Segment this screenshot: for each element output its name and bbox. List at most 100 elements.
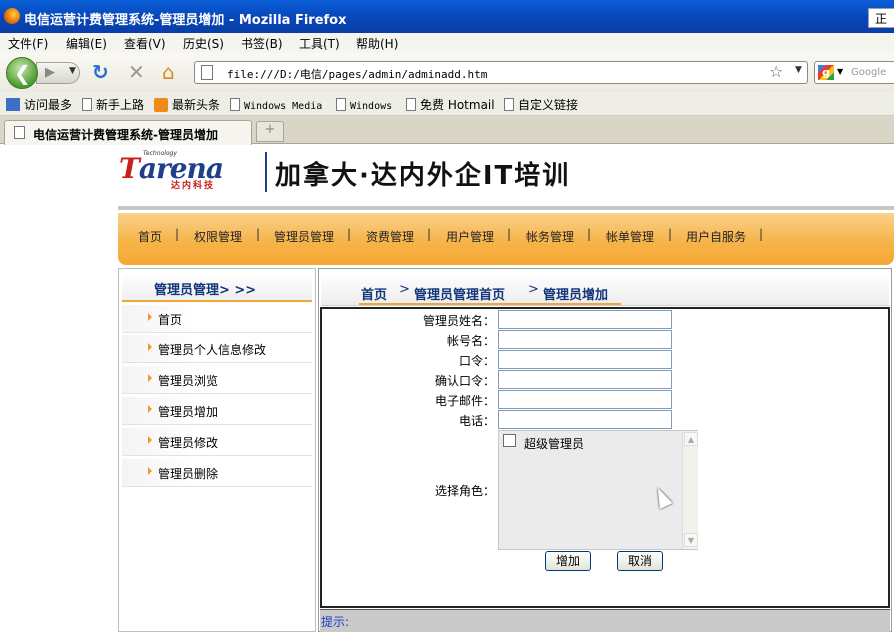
menu-view[interactable]: 查看(V): [124, 35, 166, 52]
header-rule: [118, 206, 894, 210]
menu-history[interactable]: 历史(S): [183, 35, 224, 52]
password-label: 口令：: [458, 354, 495, 368]
sidebar-item-home[interactable]: 首页: [122, 305, 312, 333]
search-icon: [6, 98, 20, 111]
role-checkbox-super-admin[interactable]: [503, 434, 516, 447]
bookmark-most-visited[interactable]: 访问最多: [6, 96, 72, 113]
logo-subtitle: 达内科技: [171, 181, 216, 191]
forward-icon: ▶: [45, 65, 55, 80]
page-icon: [201, 65, 213, 80]
sidebar-item-profile-edit[interactable]: 管理员个人信息修改: [122, 335, 312, 363]
nav-self-service[interactable]: 用户自服务: [686, 228, 746, 245]
page-icon: [14, 126, 25, 139]
role-list-scrollbar[interactable]: ▲ ▼: [682, 431, 698, 549]
menu-file[interactable]: 文件(F): [8, 35, 48, 52]
tab-current[interactable]: 电信运营计费管理系统-管理员增加: [4, 120, 252, 145]
sidebar-item-admin-browse[interactable]: 管理员浏览: [122, 366, 312, 394]
url-text[interactable]: file:///D:/电信/pages/admin/adminadd.htm: [227, 66, 487, 82]
menu-edit[interactable]: 编辑(E): [66, 35, 107, 52]
role-list[interactable]: 超级管理员 ▲ ▼: [498, 430, 698, 550]
url-dropdown-icon[interactable]: ▼: [795, 65, 802, 75]
triangle-icon: [148, 313, 152, 321]
home-icon[interactable]: ⌂: [162, 61, 175, 83]
sidebar-heading-text: 管理员管理> >>: [154, 283, 257, 298]
bookmark-latest-headlines[interactable]: 最新头条: [154, 96, 220, 113]
bookmark-label: Windows: [350, 101, 393, 112]
bookmark-label: 访问最多: [24, 98, 73, 112]
email-input[interactable]: [498, 390, 672, 409]
menu-bookmarks[interactable]: 书签(B): [241, 35, 283, 52]
email-label: 电子邮件：: [434, 394, 495, 408]
sidebar-item-label: 首页: [158, 313, 183, 327]
search-box[interactable]: g ▼ Google: [814, 61, 894, 84]
scroll-down-icon[interactable]: ▼: [684, 533, 698, 547]
role-option-label[interactable]: 超级管理员: [524, 435, 584, 452]
nav-separator: |: [507, 227, 512, 241]
bookmark-custom-links[interactable]: 自定义链接: [504, 96, 578, 113]
menu-bar: 文件(F) 编辑(E) 查看(V) 历史(S) 书签(B) 工具(T) 帮助(H…: [0, 33, 894, 53]
window-titlebar: 电信运营计费管理系统-管理员增加 - Mozilla Firefox 正在: [0, 0, 894, 46]
back-button[interactable]: ❮: [6, 57, 38, 89]
logo-tagline: Technology: [143, 150, 177, 157]
sidebar-item-label: 管理员删除: [158, 467, 219, 481]
nav-fees[interactable]: 资费管理: [366, 228, 414, 245]
new-tab-button[interactable]: +: [256, 121, 284, 142]
window-title: 电信运营计费管理系统-管理员增加 - Mozilla Firefox: [24, 13, 347, 28]
add-button[interactable]: 增加: [545, 551, 591, 571]
bookmark-label: Windows Media: [244, 101, 323, 112]
confirm-password-label: 确认口令：: [434, 374, 495, 388]
triangle-icon: [148, 436, 152, 444]
bookmark-windows-media[interactable]: Windows Media: [230, 98, 322, 112]
nav-separator: |: [668, 227, 673, 241]
header-divider: [265, 152, 267, 192]
bookmark-hotmail[interactable]: 免费 Hotmail: [406, 96, 495, 113]
nav-admin[interactable]: 管理员管理: [274, 228, 334, 245]
account-label: 帐号名：: [446, 334, 495, 348]
reload-icon[interactable]: ↻: [92, 61, 109, 83]
admin-name-input[interactable]: [498, 310, 672, 329]
menu-help[interactable]: 帮助(H): [356, 35, 398, 52]
search-engine-dropdown-icon[interactable]: ▼: [837, 67, 843, 76]
search-placeholder[interactable]: Google: [851, 67, 886, 78]
sidebar-item-label: 管理员个人信息修改: [158, 343, 267, 357]
password-input[interactable]: [498, 350, 672, 369]
confirm-password-input[interactable]: [498, 370, 672, 389]
phone-input[interactable]: [498, 410, 672, 429]
hint-label: 提示:: [321, 615, 350, 629]
chevron-right-icon: >: [528, 282, 539, 297]
nav-bills[interactable]: 帐单管理: [606, 228, 654, 245]
triangle-icon: [148, 343, 152, 351]
breadcrumb-home[interactable]: 首页: [361, 284, 387, 303]
scroll-up-icon[interactable]: ▲: [684, 432, 698, 446]
bookmark-getting-started[interactable]: 新手上路: [82, 96, 144, 113]
history-dropdown-icon[interactable]: ▼: [69, 66, 76, 76]
address-bar[interactable]: file:///D:/电信/pages/admin/adminadd.htm ☆…: [194, 61, 808, 84]
menu-tools[interactable]: 工具(T): [299, 35, 340, 52]
sidebar-item-admin-add[interactable]: 管理员增加: [122, 397, 312, 425]
sidebar-item-admin-modify[interactable]: 管理员修改: [122, 428, 312, 456]
forward-button[interactable]: ▶ ▼: [36, 62, 80, 84]
page-icon: [82, 98, 92, 111]
breadcrumb: 首页 > 管理员管理首页 > 管理员增加: [321, 272, 889, 306]
header-slogan: 加拿大·达内外企IT培训: [275, 161, 571, 191]
google-icon[interactable]: g: [818, 65, 834, 80]
nav-separator: |: [175, 227, 180, 241]
page-icon: [336, 98, 346, 111]
nav-separator: |: [427, 227, 432, 241]
triangle-icon: [148, 467, 152, 475]
nav-accounts[interactable]: 帐务管理: [526, 228, 574, 245]
breadcrumb-section[interactable]: 管理员管理首页: [414, 284, 505, 303]
triangle-icon: [148, 374, 152, 382]
cancel-button[interactable]: 取消: [617, 551, 663, 571]
phone-label: 电话：: [458, 414, 495, 428]
stop-icon[interactable]: ✕: [128, 61, 145, 83]
bookmark-star-icon[interactable]: ☆: [769, 62, 783, 81]
window-corner-label[interactable]: 正在: [868, 8, 894, 46]
nav-permission[interactable]: 权限管理: [194, 228, 242, 245]
bookmark-windows[interactable]: Windows: [336, 98, 392, 112]
sidebar-item-admin-delete[interactable]: 管理员删除: [122, 459, 312, 487]
nav-users[interactable]: 用户管理: [446, 228, 494, 245]
breadcrumb-current: 管理员增加: [543, 288, 609, 303]
account-name-input[interactable]: [498, 330, 672, 349]
nav-home[interactable]: 首页: [138, 228, 162, 245]
